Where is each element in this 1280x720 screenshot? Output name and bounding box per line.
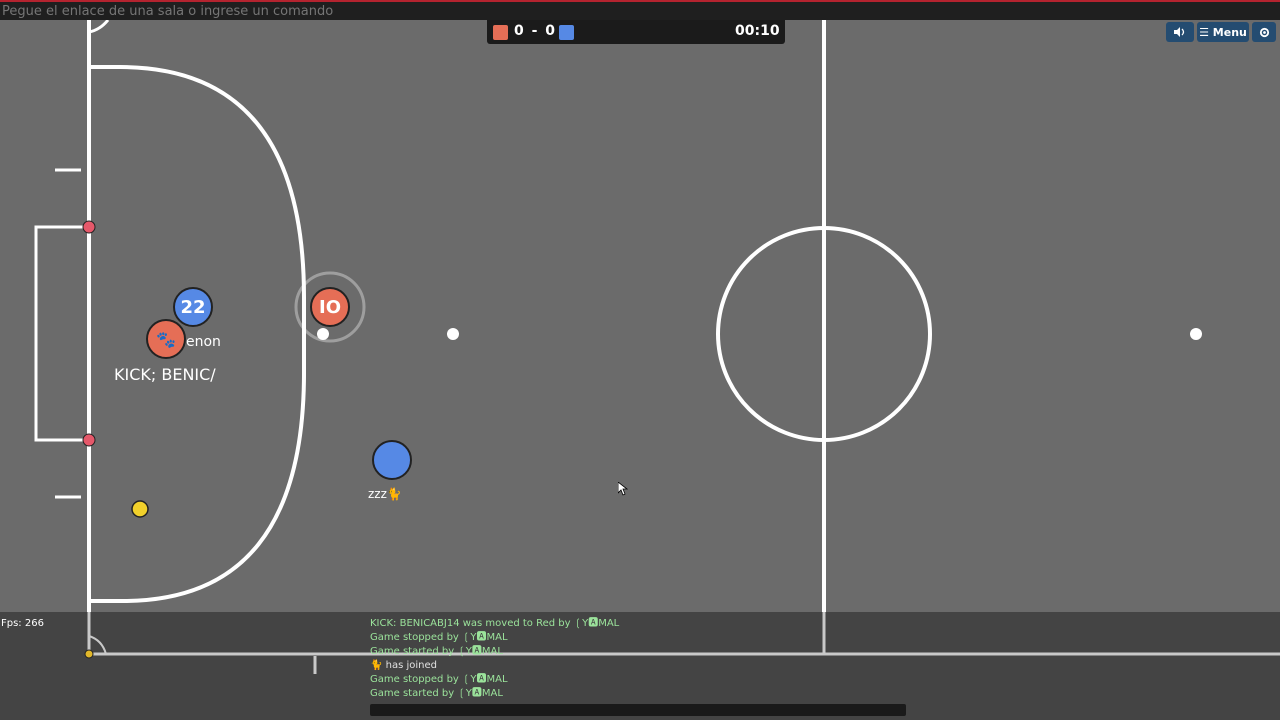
chat-line: Game started by ❲Y🅰MAL [370, 688, 503, 699]
menu-button[interactable]: ☰ Menu [1197, 22, 1249, 42]
score: 0 - 0 [512, 23, 557, 39]
corner-top [88, 20, 110, 34]
gear-icon [1259, 27, 1269, 37]
chat-input[interactable] [370, 704, 906, 716]
command-input[interactable] [0, 2, 1280, 20]
menu-label: ☰ Menu [1199, 25, 1247, 39]
blue-team-icon [559, 25, 574, 40]
player-avatar: IO [319, 296, 341, 318]
fps-counter: Fps: 266 [1, 618, 44, 629]
player-label: KICK; BENIC/ [114, 365, 216, 384]
player-label: zzz🐈 [368, 487, 402, 501]
spot-left [447, 328, 459, 340]
chat-line: 🐈 has joined [370, 660, 437, 671]
chat-line: Game started by ❲Y🅰MAL [370, 646, 503, 657]
mouse-cursor-icon [618, 482, 628, 496]
player-avatar: 🐾 [156, 329, 176, 349]
speaker-icon [1174, 27, 1185, 37]
player-avatar: 22 [180, 296, 206, 318]
chat-line: Game stopped by ❲Y🅰MAL [370, 674, 508, 685]
player-label-fragment: enon [186, 334, 221, 350]
yellow-disc [131, 500, 149, 518]
command-bar [0, 0, 1280, 20]
red-team-icon [493, 25, 508, 40]
sound-button[interactable] [1166, 22, 1194, 42]
settings-button[interactable] [1252, 22, 1276, 42]
player-10: IO [310, 287, 350, 327]
player-blue-2 [372, 440, 412, 480]
chat-line: Game stopped by ❲Y🅰MAL [370, 632, 508, 643]
red-score: 0 [513, 23, 524, 39]
goal-post-top [82, 220, 96, 234]
score-separator: - [531, 23, 538, 39]
goal-post-bottom [82, 433, 96, 447]
chat-log: KICK: BENICABJ14 was moved to Red by ❲Y🅰… [370, 617, 890, 701]
match-timer: 00:10 [735, 23, 780, 39]
goal-net [34, 225, 89, 442]
chat-line: KICK: BENICABJ14 was moved to Red by ❲Y🅰… [370, 618, 620, 629]
player-22: 22 [173, 287, 213, 327]
blue-score: 0 [545, 23, 556, 39]
game-root: 22 🐾 enon KICK; BENIC/ IO zzz🐈 0 - 0 00:… [0, 0, 1280, 720]
spot-right [1190, 328, 1202, 340]
player-kick: 🐾 [146, 319, 186, 359]
